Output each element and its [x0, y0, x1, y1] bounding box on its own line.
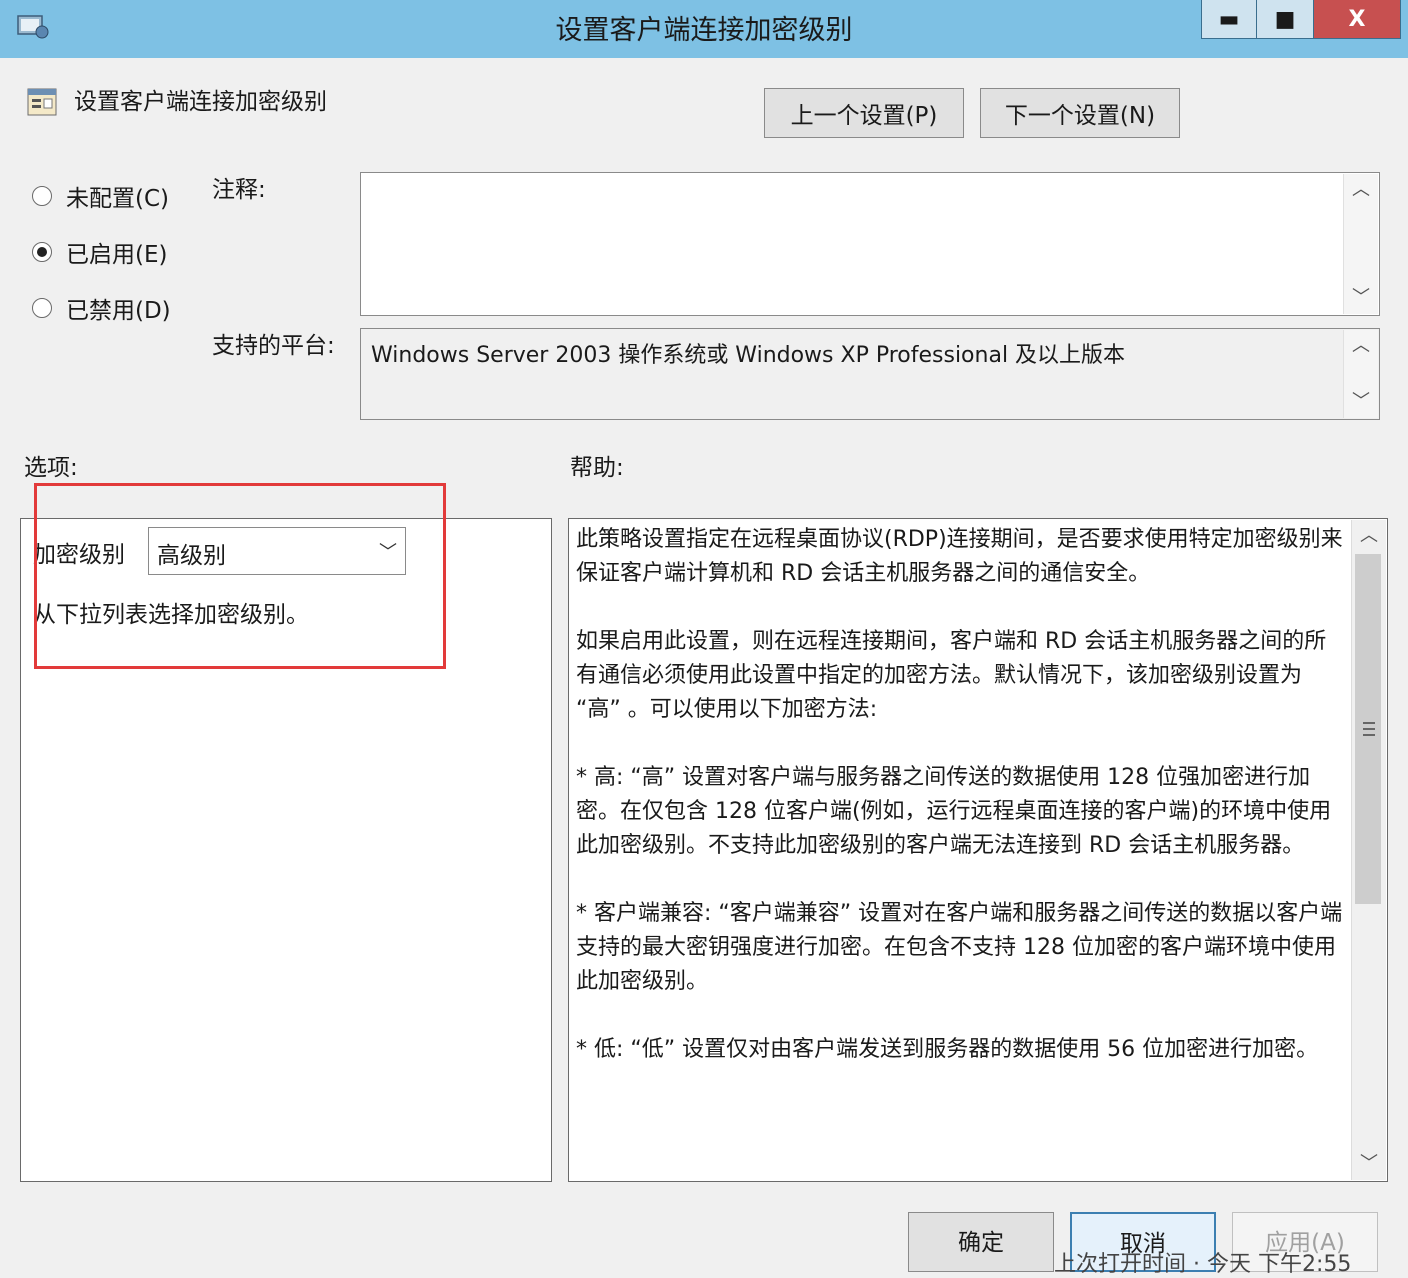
radio-not-configured[interactable]: 未配置(C): [32, 179, 169, 213]
scroll-down-icon[interactable]: ﹀: [1344, 386, 1378, 418]
window-title: 设置客户端连接加密级别: [555, 15, 853, 46]
scroll-down-icon[interactable]: ﹀: [1352, 1148, 1386, 1180]
scroll-up-icon[interactable]: ︿: [1352, 520, 1386, 552]
scroll-up-icon[interactable]: ︿: [1344, 174, 1378, 206]
scroll-down-icon[interactable]: ﹀: [1344, 282, 1378, 314]
radio-label: 未配置(C): [66, 186, 170, 212]
help-text: 此策略设置指定在远程桌面协议(RDP)连接期间，是否要求使用特定加密级别来保证客…: [576, 527, 1343, 1062]
platform-scrollbar[interactable]: ︿ ﹀: [1343, 330, 1378, 418]
radio-label: 已启用(E): [66, 242, 168, 268]
help-panel: 此策略设置指定在远程桌面协议(RDP)连接期间，是否要求使用特定加密级别来保证客…: [568, 518, 1388, 1182]
title-bar: 设置客户端连接加密级别 ▬ ■ X: [0, 0, 1408, 58]
platform-textbox: Windows Server 2003 操作系统或 Windows XP Pro…: [360, 328, 1380, 420]
background-window-text: 上次打开时间 · 今天 下午2:55: [1054, 1252, 1352, 1277]
setting-title: 设置客户端连接加密级别: [74, 89, 327, 115]
minimize-button[interactable]: ▬: [1201, 0, 1257, 39]
options-label: 选项:: [24, 455, 78, 481]
comment-label: 注释:: [212, 177, 266, 203]
platform-label: 支持的平台:: [212, 333, 335, 359]
policy-setting-icon: [27, 88, 57, 116]
scroll-thumb[interactable]: [1355, 554, 1381, 904]
close-icon: X: [1348, 6, 1366, 32]
ok-button[interactable]: 确定: [908, 1212, 1054, 1272]
radio-enabled[interactable]: 已启用(E): [32, 235, 167, 269]
highlight-annotation-box: [34, 483, 446, 669]
previous-setting-button[interactable]: 上一个设置(P): [764, 88, 964, 138]
help-label: 帮助:: [570, 455, 624, 481]
radio-circle[interactable]: [32, 186, 52, 206]
help-scrollbar[interactable]: ︿ ﹀: [1351, 520, 1386, 1180]
maximize-icon: ■: [1274, 6, 1296, 32]
radio-circle-selected[interactable]: [32, 242, 52, 262]
maximize-button[interactable]: ■: [1256, 0, 1314, 39]
platform-value: Windows Server 2003 操作系统或 Windows XP Pro…: [371, 343, 1126, 368]
radio-disabled[interactable]: 已禁用(D): [32, 291, 171, 325]
comment-textarea[interactable]: ︿ ﹀: [360, 172, 1380, 316]
scroll-up-icon[interactable]: ︿: [1344, 330, 1378, 362]
close-button[interactable]: X: [1313, 0, 1401, 39]
grip-icon: [1363, 722, 1375, 736]
next-setting-button[interactable]: 下一个设置(N): [980, 88, 1180, 138]
minimize-icon: ▬: [1218, 6, 1240, 32]
comment-scrollbar[interactable]: ︿ ﹀: [1343, 174, 1378, 314]
radio-label: 已禁用(D): [66, 298, 171, 324]
radio-circle[interactable]: [32, 298, 52, 318]
